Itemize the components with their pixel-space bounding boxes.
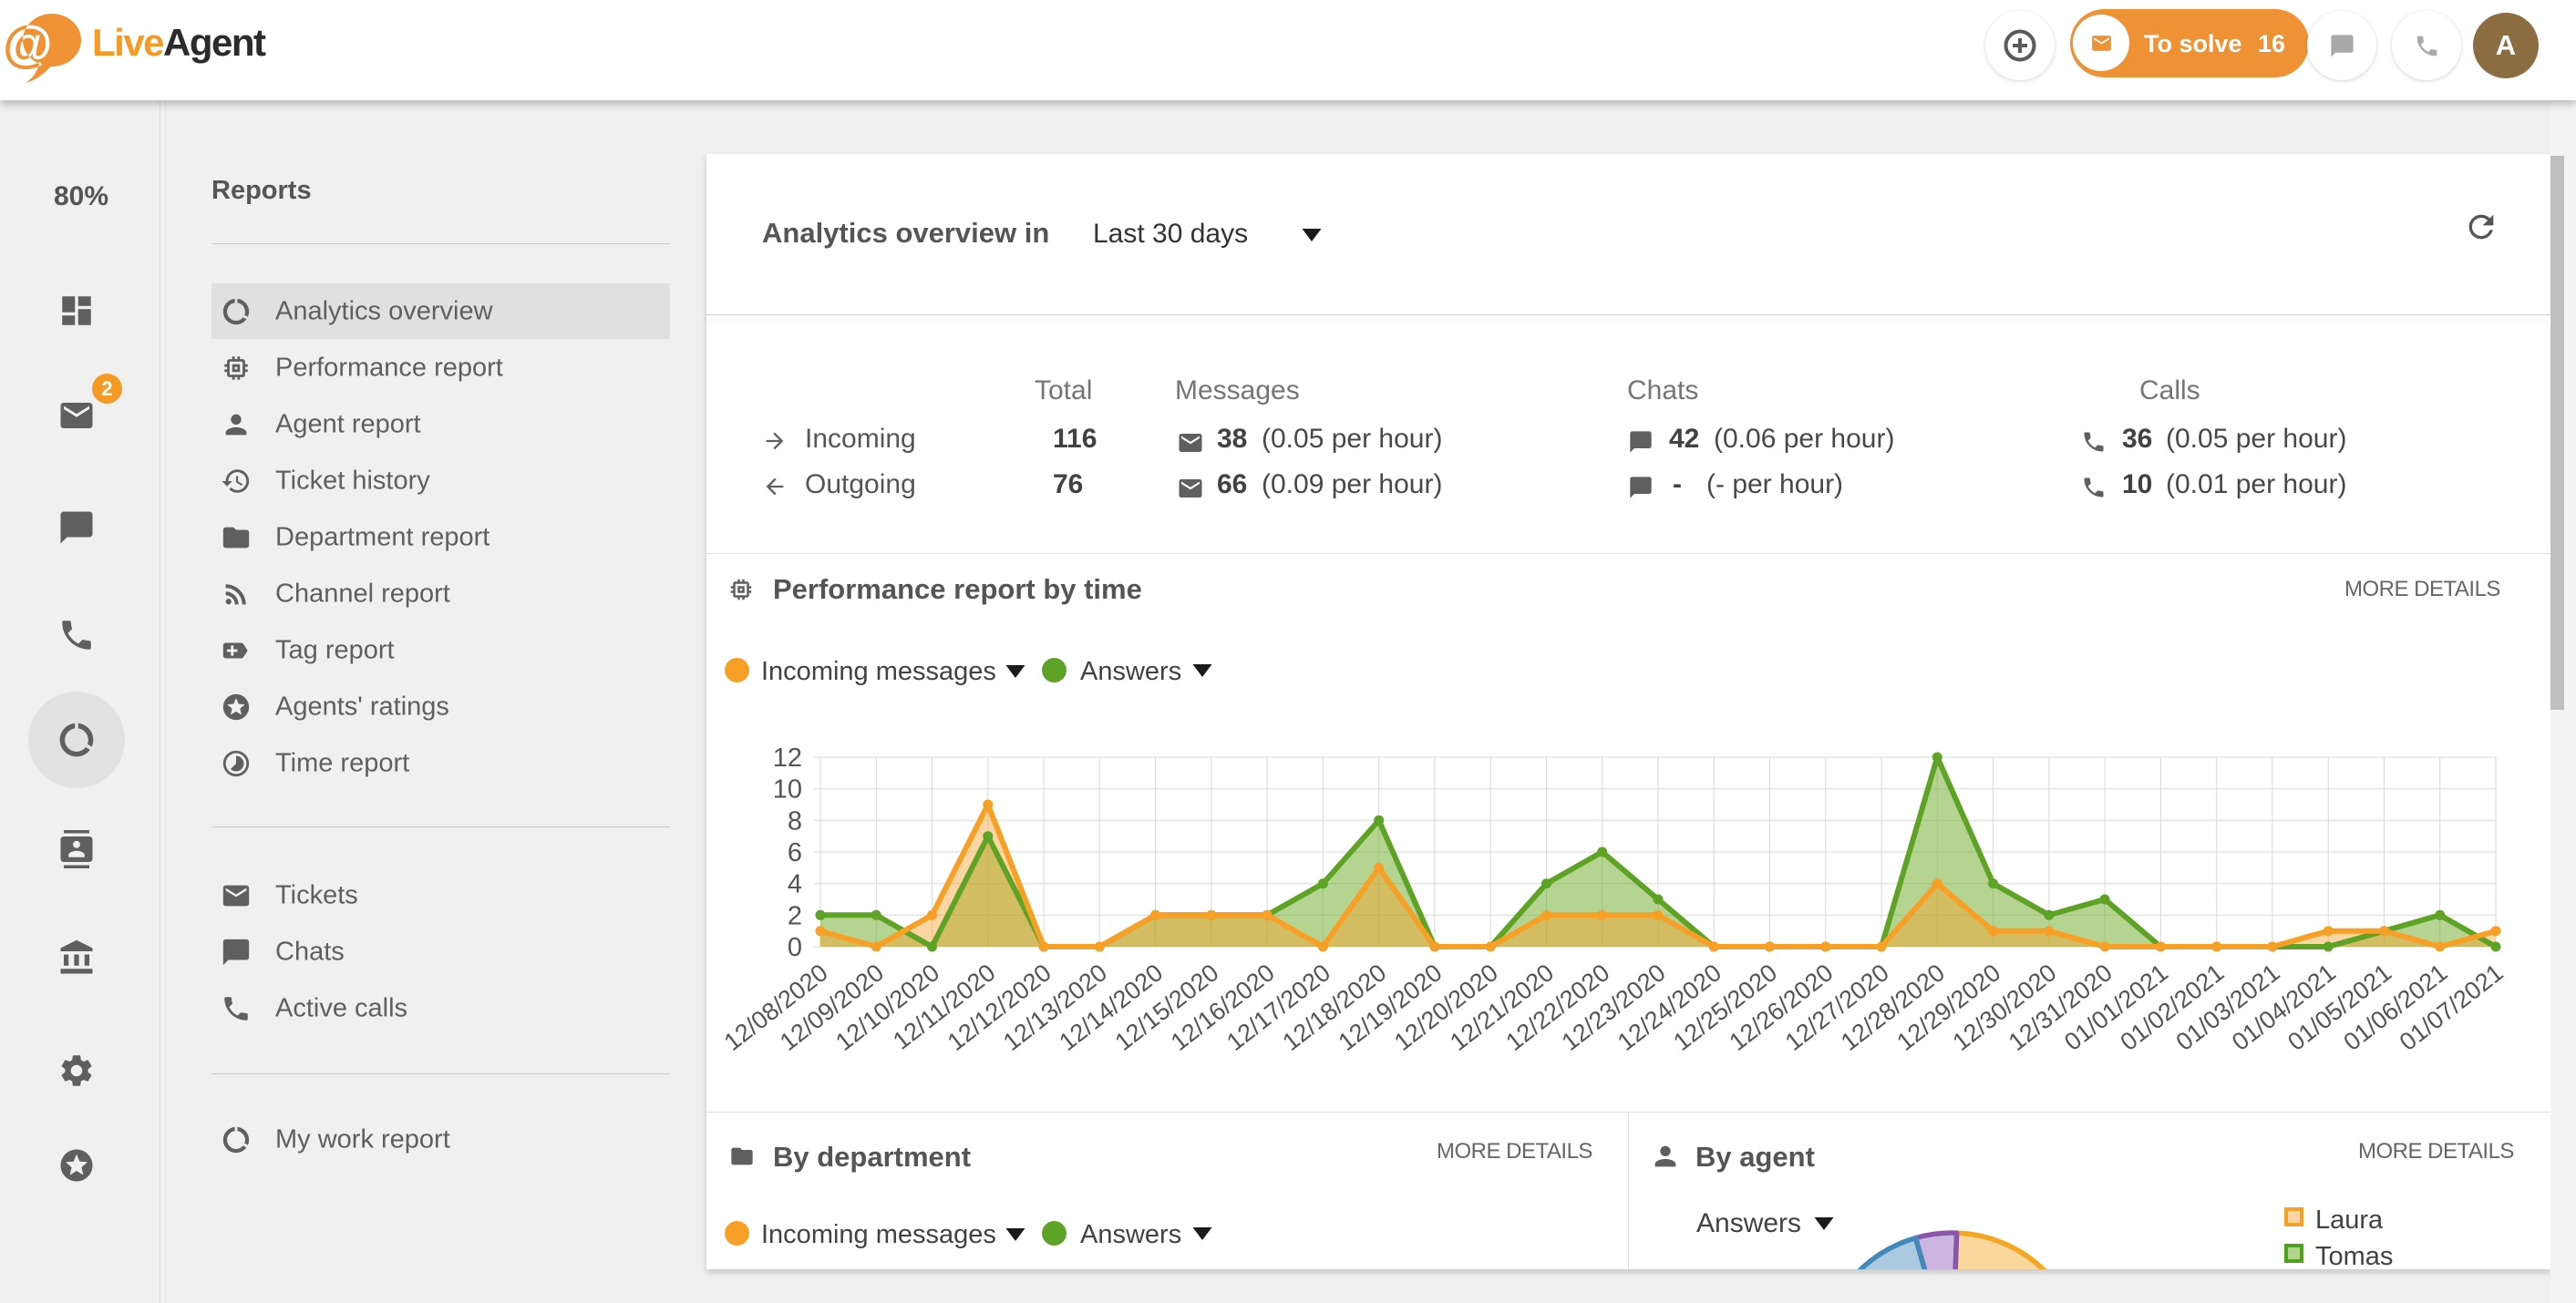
svg-text:0: 0	[788, 933, 802, 962]
svg-text:2: 2	[788, 901, 802, 930]
svg-text:12: 12	[773, 744, 802, 773]
svg-text:4: 4	[788, 870, 802, 899]
svg-text:8: 8	[788, 806, 802, 836]
svg-text:@: @	[3, 15, 53, 72]
svg-text:6: 6	[788, 838, 802, 867]
svg-text:10: 10	[773, 775, 802, 805]
svg-text:LiveAgent: LiveAgent	[92, 21, 266, 64]
